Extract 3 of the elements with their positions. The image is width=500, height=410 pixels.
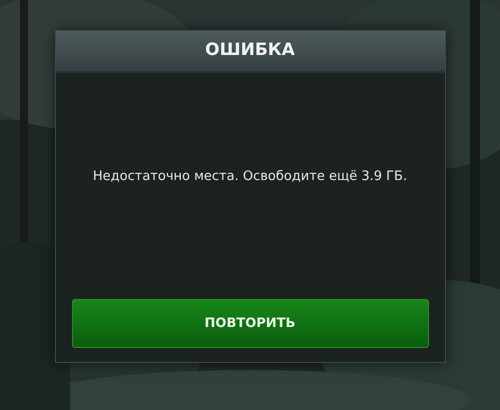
error-message: Недостаточно места. Освободите ещё 3.9 ГБ. <box>92 168 408 186</box>
dialog-title: ОШИБКА <box>205 39 295 62</box>
retry-button[interactable]: ПОВТОРИТЬ <box>72 299 428 348</box>
